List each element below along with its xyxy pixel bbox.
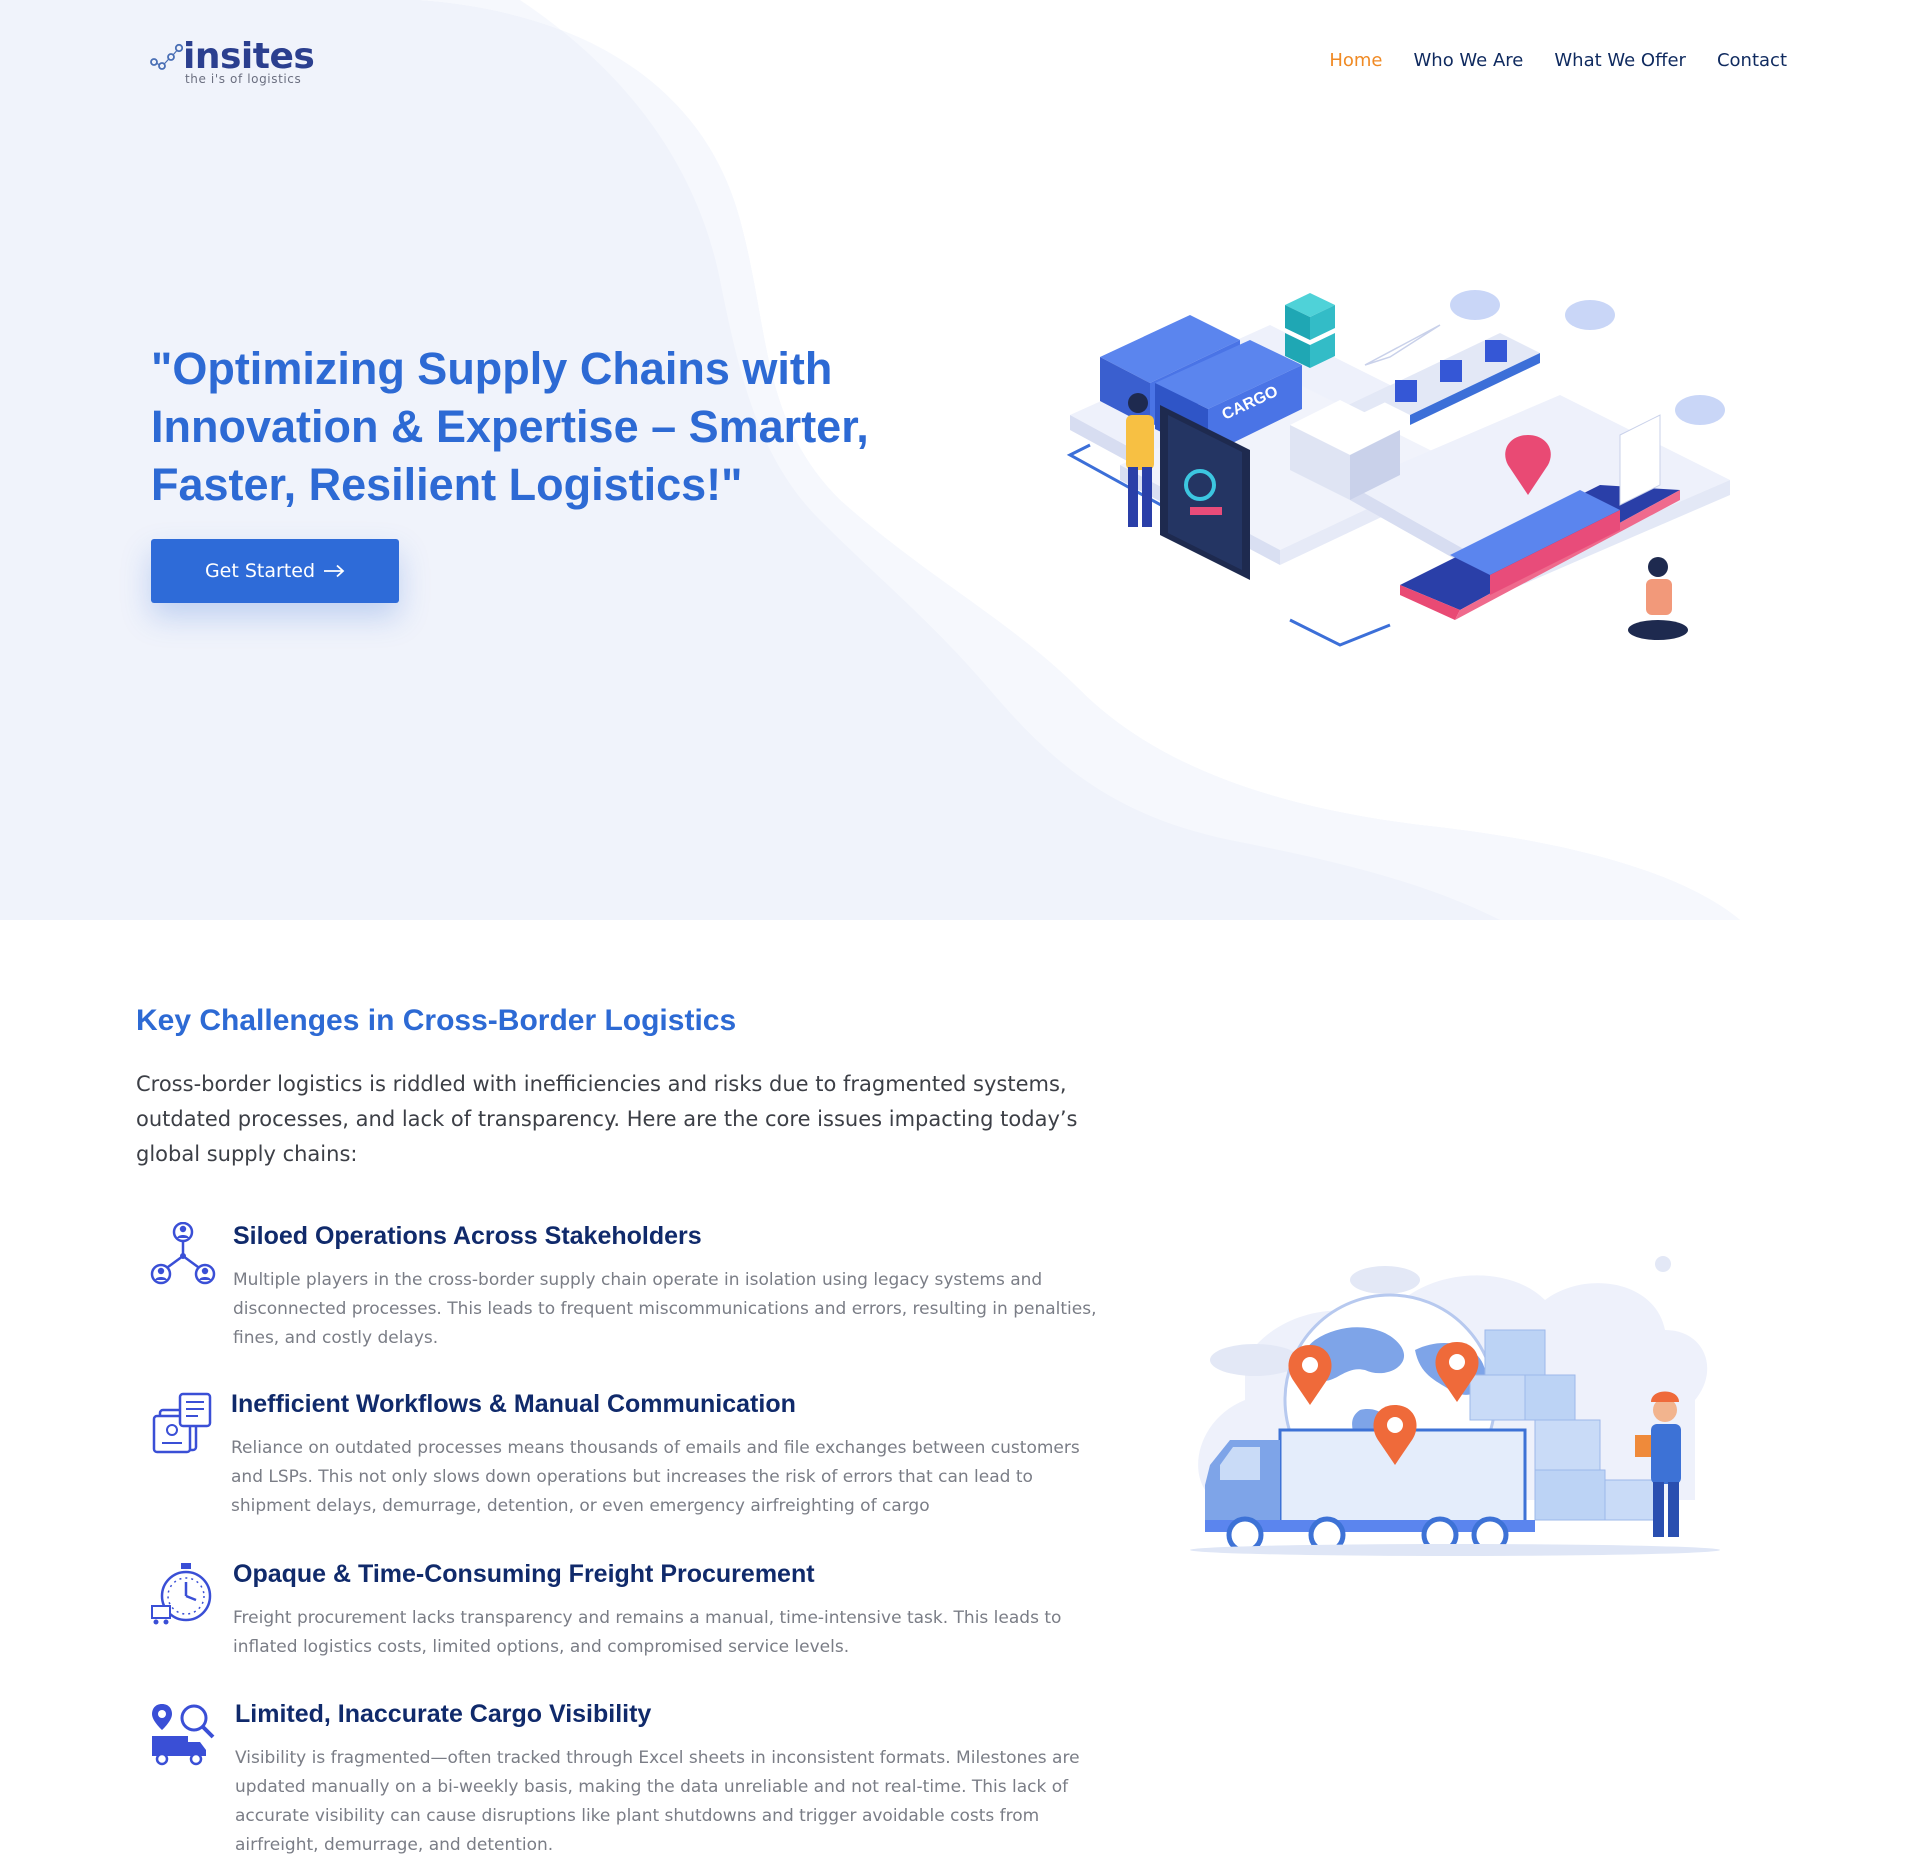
challenges-intro: Cross-border logistics is riddled with i… (136, 1072, 1078, 1166)
nav-item-what-we-offer[interactable]: What We Offer (1554, 50, 1686, 71)
get-started-label: Get Started (204, 560, 316, 582)
manual-documents-icon (152, 1392, 212, 1454)
challenge-description: Visibility is fragmented—often tracked t… (235, 1748, 1080, 1855)
hero-section: insites the i's of logistics Home Who We… (0, 0, 1920, 920)
stakeholders-network-icon (150, 1222, 216, 1285)
challenge-title: Opaque & Time-Consuming Freight Procurem… (233, 1560, 815, 1588)
stopwatch-cart-icon (151, 1563, 212, 1625)
get-started-button[interactable]: Get Started (151, 539, 399, 603)
challenge-title: Siloed Operations Across Stakeholders (233, 1222, 702, 1250)
challenge-title: Limited, Inaccurate Cargo Visibility (235, 1700, 652, 1728)
challenges-title: Key Challenges in Cross-Border Logistics (136, 1004, 737, 1037)
nav-item-contact[interactable]: Contact (1717, 50, 1787, 71)
hero-title: "Optimizing Supply Chains with Innovatio… (151, 343, 869, 510)
logo-tagline: the i's of logistics (185, 72, 302, 86)
nav-item-who-we-are[interactable]: Who We Are (1413, 50, 1523, 71)
logistics-isometric-illustration: CARGO (1066, 290, 1730, 647)
challenge-title: Inefficient Workflows & Manual Communica… (231, 1390, 796, 1418)
main-nav: Home Who We Are What We Offer Contact (1329, 50, 1787, 71)
arrow-right-icon (324, 564, 345, 578)
challenge-description: Reliance on outdated processes means tho… (231, 1438, 1080, 1516)
nav-item-home[interactable]: Home (1329, 50, 1382, 71)
insites-logo[interactable]: insites the i's of logistics (150, 36, 320, 92)
truck-tracking-icon (152, 1704, 215, 1766)
challenge-description: Multiple players in the cross-border sup… (233, 1270, 1097, 1348)
site-header: insites the i's of logistics Home Who We… (0, 0, 1920, 120)
challenge-description: Freight procurement lacks transparency a… (233, 1608, 1062, 1657)
global-delivery-illustration (1190, 1256, 1720, 1556)
logo-dots-icon (150, 43, 184, 70)
